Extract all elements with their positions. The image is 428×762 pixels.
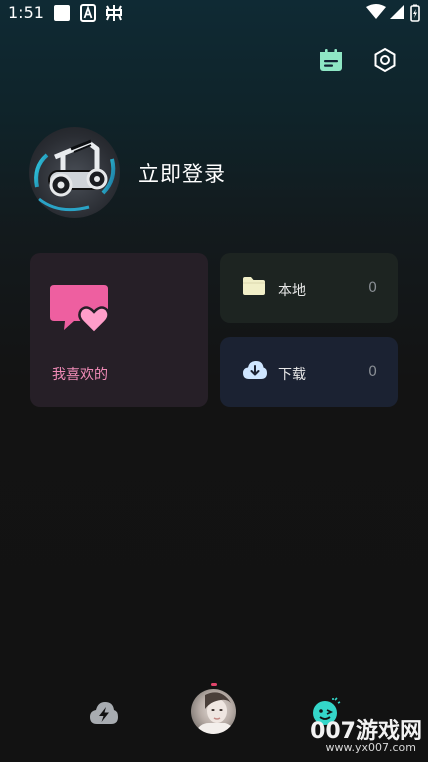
now-playing-avatar[interactable] (191, 689, 236, 734)
square-icon (53, 4, 71, 26)
calendar-button[interactable] (317, 46, 345, 74)
user-avatar[interactable] (29, 127, 120, 218)
login-link[interactable]: 立即登录 (138, 158, 226, 188)
settings-button[interactable] (371, 46, 399, 74)
heart-chat-icon (50, 283, 112, 339)
local-count: 0 (368, 280, 377, 296)
signal-icon (389, 4, 405, 24)
watermark-url: www.yx007.com (325, 741, 416, 754)
status-time: 1:51 (8, 3, 44, 22)
bug-icon (104, 4, 124, 26)
local-card[interactable]: 本地 0 (220, 253, 398, 323)
favorites-label: 我喜欢的 (52, 367, 108, 383)
calendar-icon (317, 49, 345, 78)
download-label: 下载 (278, 367, 306, 383)
wifi-icon (366, 4, 386, 24)
a-box-icon (80, 4, 96, 26)
now-playing-indicator (211, 683, 217, 686)
folder-icon (242, 275, 266, 301)
favorites-card[interactable]: 我喜欢的 (30, 253, 208, 407)
music-note-logo-icon (34, 139, 116, 212)
lightning-cloud-icon[interactable] (89, 700, 119, 730)
app-screen: 1:51 立即登录 我喜欢的 本地 0 下载 0 007游戏网 www.yx00… (0, 0, 428, 762)
status-bar: 1:51 (0, 0, 428, 26)
download-count: 0 (368, 364, 377, 380)
cloud-download-icon (242, 359, 268, 385)
battery-charging-icon (410, 4, 420, 26)
local-label: 本地 (278, 283, 306, 299)
download-card[interactable]: 下载 0 (220, 337, 398, 407)
settings-icon (371, 47, 399, 78)
